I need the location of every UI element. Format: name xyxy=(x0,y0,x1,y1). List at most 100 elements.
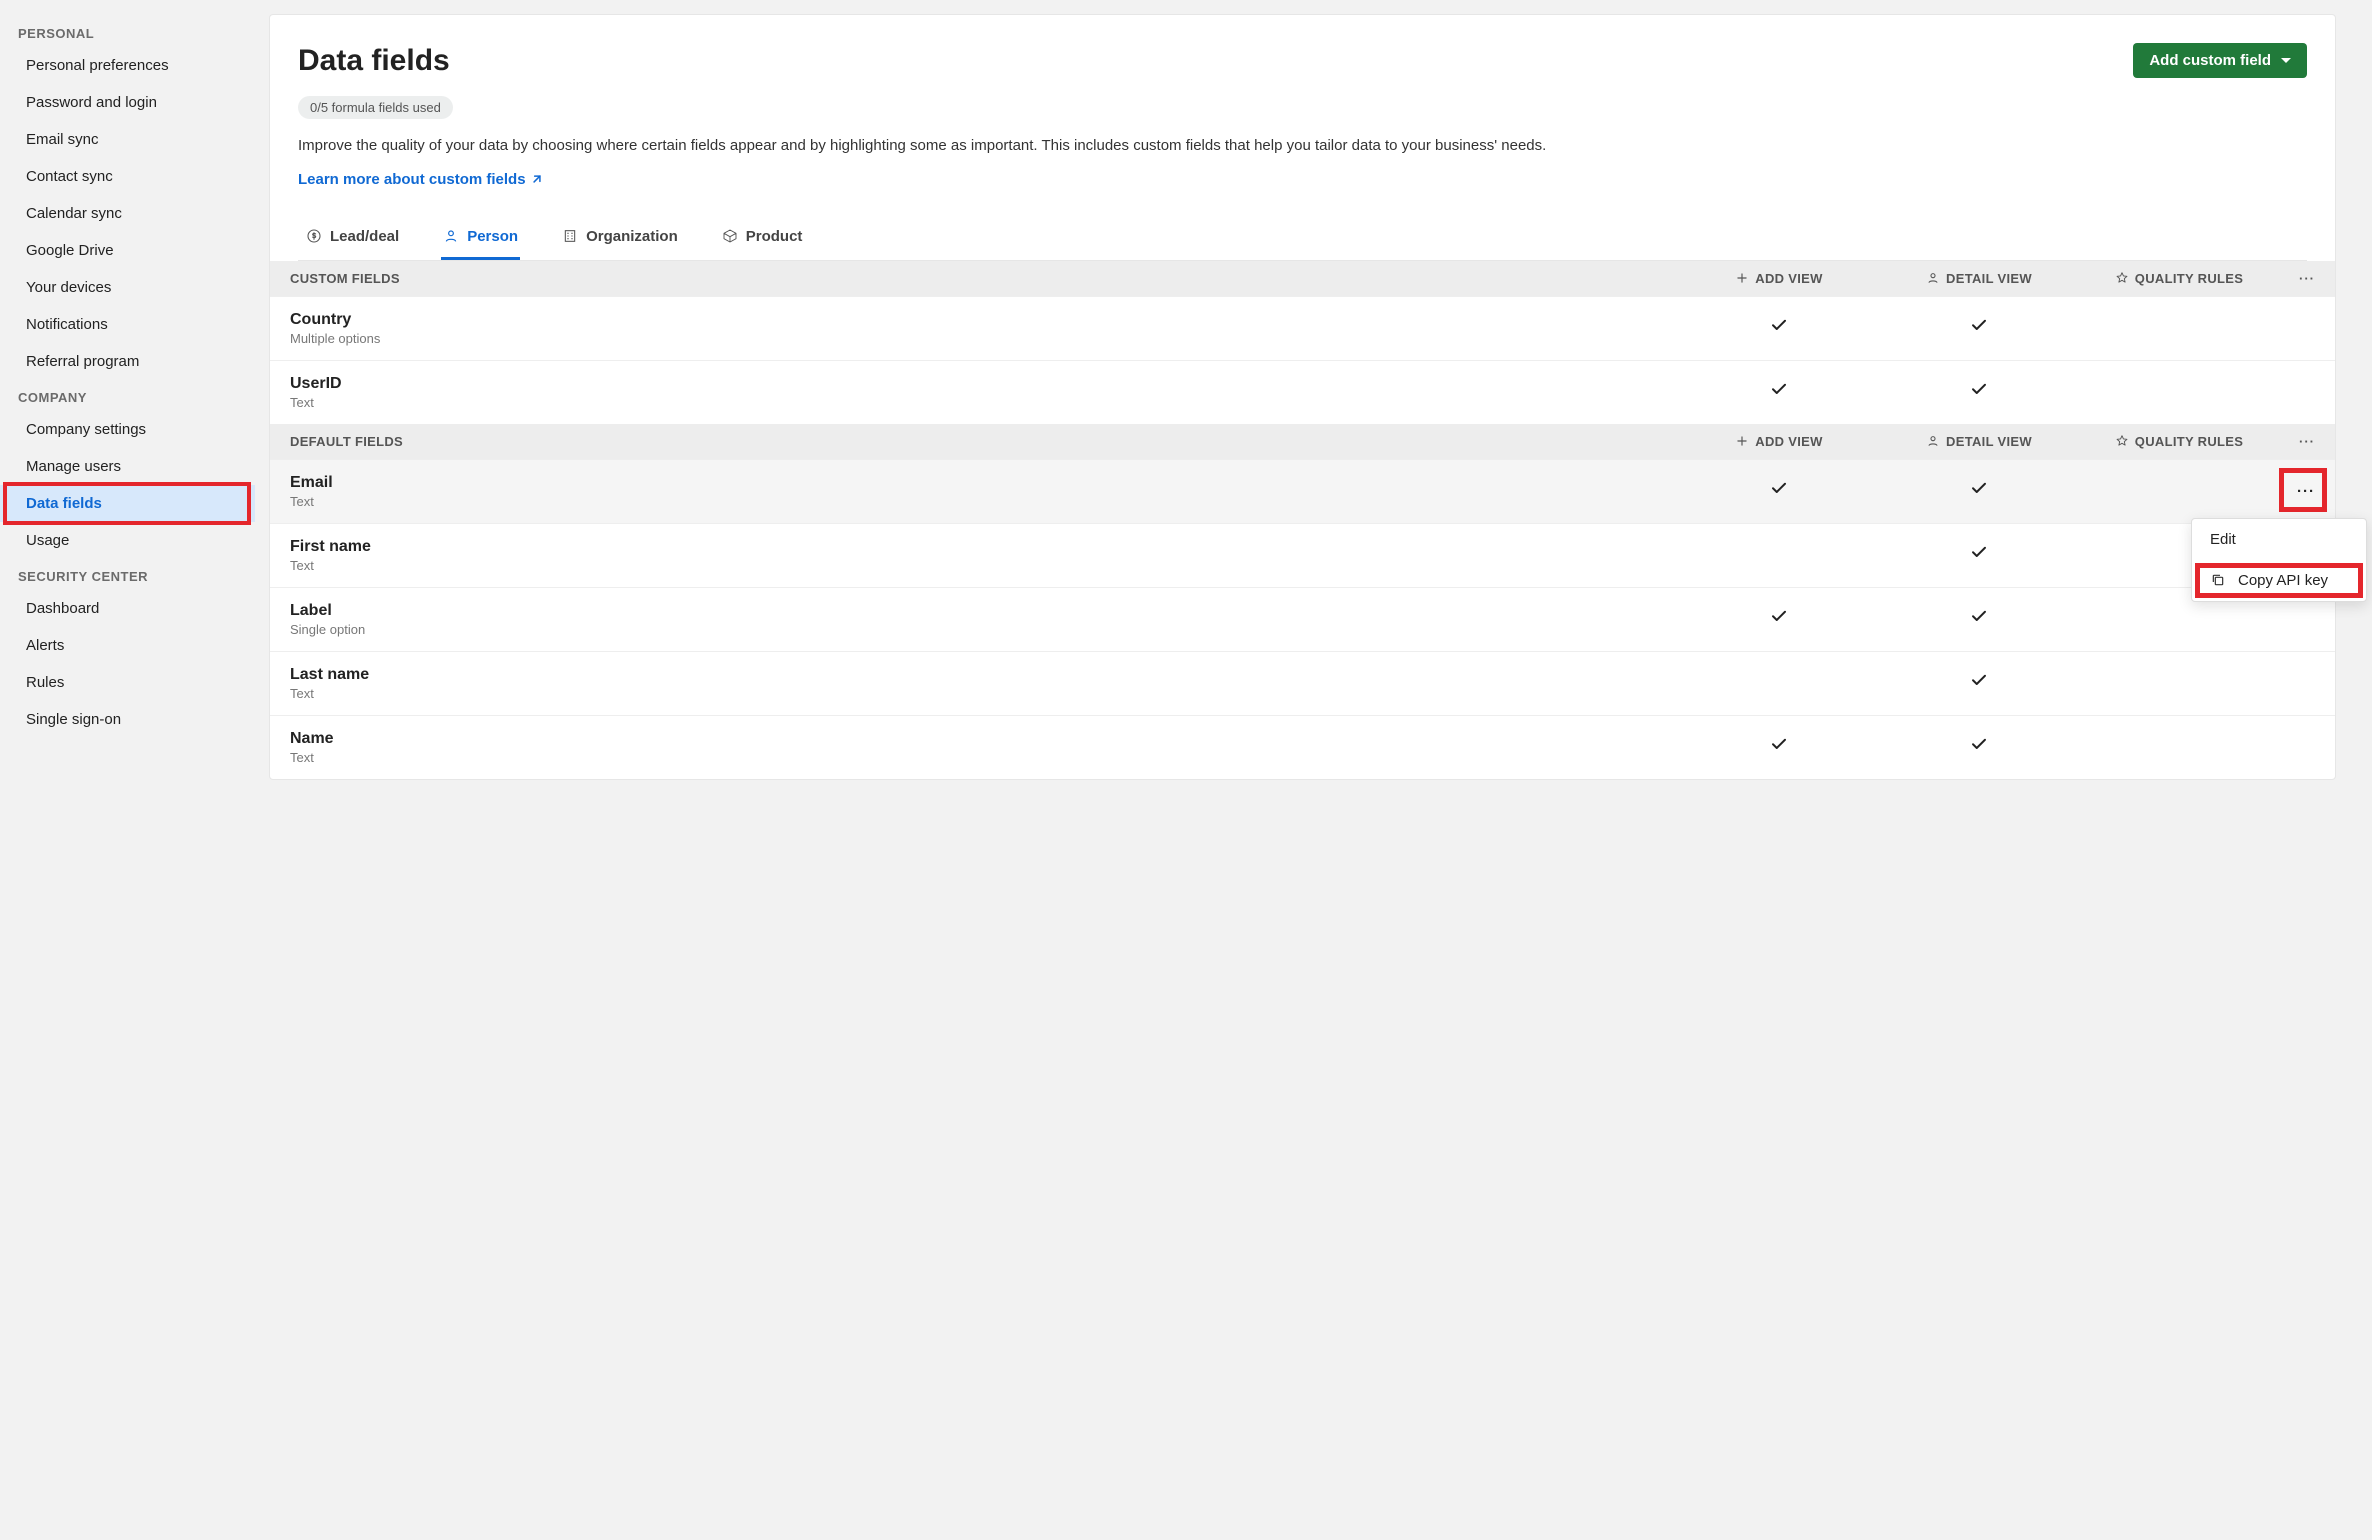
field-name: UserID xyxy=(290,375,1679,393)
cell-add-view xyxy=(1679,381,1879,403)
section-header: CUSTOM FIELDS ADD VIEW DETAIL VIEW QUALI… xyxy=(270,261,2335,296)
button-label: Add custom field xyxy=(2149,52,2271,69)
data-fields-card: Data fields Add custom field 0/5 formula… xyxy=(269,14,2336,780)
dollar-icon xyxy=(306,228,322,244)
field-row[interactable]: Country Multiple options xyxy=(270,296,2335,360)
tab-lead-deal[interactable]: Lead/deal xyxy=(304,216,401,260)
sidebar: PERSONALPersonal preferencesPassword and… xyxy=(0,0,255,1540)
col-detail-view[interactable]: DETAIL VIEW xyxy=(1879,271,2079,286)
star-icon xyxy=(2115,271,2129,285)
field-row[interactable]: Email Text ··· Edit Copy API key xyxy=(270,459,2335,523)
col-quality-rules[interactable]: QUALITY RULES xyxy=(2079,271,2279,286)
sidebar-item-contact-sync[interactable]: Contact sync xyxy=(0,158,255,195)
check-icon xyxy=(1770,736,1788,754)
field-name: Email xyxy=(290,474,1679,492)
field-type: Text xyxy=(290,395,1679,410)
cell-add-view xyxy=(1679,736,1879,758)
check-icon xyxy=(1970,381,1988,399)
section-more-button[interactable]: ··· xyxy=(2279,434,2315,449)
plus-icon xyxy=(1735,434,1749,448)
field-name: First name xyxy=(290,538,1679,556)
row-actions-dropdown: Edit Copy API key xyxy=(2191,518,2367,602)
caret-down-icon xyxy=(2281,58,2291,63)
sidebar-item-single-sign-on[interactable]: Single sign-on xyxy=(0,701,255,738)
sidebar-item-company-settings[interactable]: Company settings xyxy=(0,411,255,448)
star-icon xyxy=(2115,434,2129,448)
col-add-view[interactable]: ADD VIEW xyxy=(1679,271,1879,286)
field-name: Country xyxy=(290,311,1679,329)
sidebar-item-manage-users[interactable]: Manage users xyxy=(0,448,255,485)
field-type: Single option xyxy=(290,622,1679,637)
col-add-view[interactable]: ADD VIEW xyxy=(1679,434,1879,449)
section-title: DEFAULT FIELDS xyxy=(290,434,1679,449)
field-name: Label xyxy=(290,602,1679,620)
person-icon xyxy=(1926,434,1940,448)
cell-detail-view xyxy=(1879,381,2079,403)
sidebar-item-calendar-sync[interactable]: Calendar sync xyxy=(0,195,255,232)
field-type: Text xyxy=(290,494,1679,509)
row-more-button[interactable]: ··· xyxy=(2279,483,2315,500)
cell-detail-view xyxy=(1879,736,2079,758)
cell-add-view xyxy=(1679,480,1879,502)
person-icon xyxy=(1926,271,1940,285)
sidebar-item-email-sync[interactable]: Email sync xyxy=(0,121,255,158)
cell-add-view xyxy=(1679,608,1879,630)
cell-detail-view xyxy=(1879,608,2079,630)
check-icon xyxy=(1970,608,1988,626)
field-type: Text xyxy=(290,750,1679,765)
sidebar-item-usage[interactable]: Usage xyxy=(0,522,255,559)
section-more-button[interactable]: ··· xyxy=(2279,271,2315,286)
cell-add-view xyxy=(1679,317,1879,339)
sidebar-item-rules[interactable]: Rules xyxy=(0,664,255,701)
page-description: Improve the quality of your data by choo… xyxy=(298,135,2307,157)
field-name: Last name xyxy=(290,666,1679,684)
field-row[interactable]: Last name Text xyxy=(270,651,2335,715)
check-icon xyxy=(1970,544,1988,562)
section-header: DEFAULT FIELDS ADD VIEW DETAIL VIEW QUAL… xyxy=(270,424,2335,459)
main: Data fields Add custom field 0/5 formula… xyxy=(255,0,2372,1540)
learn-more-link[interactable]: Learn more about custom fields xyxy=(298,171,544,188)
dropdown-copy-api-key[interactable]: Copy API key xyxy=(2192,560,2366,601)
field-name: Name xyxy=(290,730,1679,748)
field-type: Text xyxy=(290,686,1679,701)
sidebar-item-password-and-login[interactable]: Password and login xyxy=(0,84,255,121)
sidebar-item-google-drive[interactable]: Google Drive xyxy=(0,232,255,269)
add-custom-field-button[interactable]: Add custom field xyxy=(2133,43,2307,78)
sidebar-item-alerts[interactable]: Alerts xyxy=(0,627,255,664)
field-type: Text xyxy=(290,558,1679,573)
building-icon xyxy=(562,228,578,244)
field-row[interactable]: Label Single option xyxy=(270,587,2335,651)
check-icon xyxy=(1970,672,1988,690)
cell-detail-view xyxy=(1879,672,2079,694)
field-row[interactable]: First name Text xyxy=(270,523,2335,587)
check-icon xyxy=(1970,480,1988,498)
dropdown-edit[interactable]: Edit xyxy=(2192,519,2366,560)
col-quality-rules[interactable]: QUALITY RULES xyxy=(2079,434,2279,449)
sidebar-item-referral-program[interactable]: Referral program xyxy=(0,343,255,380)
sidebar-item-personal-preferences[interactable]: Personal preferences xyxy=(0,47,255,84)
plus-icon xyxy=(1735,271,1749,285)
sidebar-item-dashboard[interactable]: Dashboard xyxy=(0,590,255,627)
copy-icon xyxy=(2210,572,2226,588)
tab-product[interactable]: Product xyxy=(720,216,805,260)
formula-usage-badge: 0/5 formula fields used xyxy=(298,96,453,119)
section-title: CUSTOM FIELDS xyxy=(290,271,1679,286)
person-icon xyxy=(443,228,459,244)
field-row[interactable]: UserID Text xyxy=(270,360,2335,424)
sidebar-item-notifications[interactable]: Notifications xyxy=(0,306,255,343)
cell-detail-view xyxy=(1879,317,2079,339)
check-icon xyxy=(1770,381,1788,399)
sidebar-item-data-fields[interactable]: Data fields xyxy=(0,485,255,522)
check-icon xyxy=(1770,317,1788,335)
sidebar-item-your-devices[interactable]: Your devices xyxy=(0,269,255,306)
check-icon xyxy=(1770,608,1788,626)
check-icon xyxy=(1970,317,1988,335)
field-type: Multiple options xyxy=(290,331,1679,346)
sidebar-group-title: SECURITY CENTER xyxy=(0,559,255,590)
tab-organization[interactable]: Organization xyxy=(560,216,680,260)
cell-detail-view xyxy=(1879,480,2079,502)
field-row[interactable]: Name Text xyxy=(270,715,2335,779)
box-icon xyxy=(722,228,738,244)
tab-person[interactable]: Person xyxy=(441,216,520,260)
col-detail-view[interactable]: DETAIL VIEW xyxy=(1879,434,2079,449)
